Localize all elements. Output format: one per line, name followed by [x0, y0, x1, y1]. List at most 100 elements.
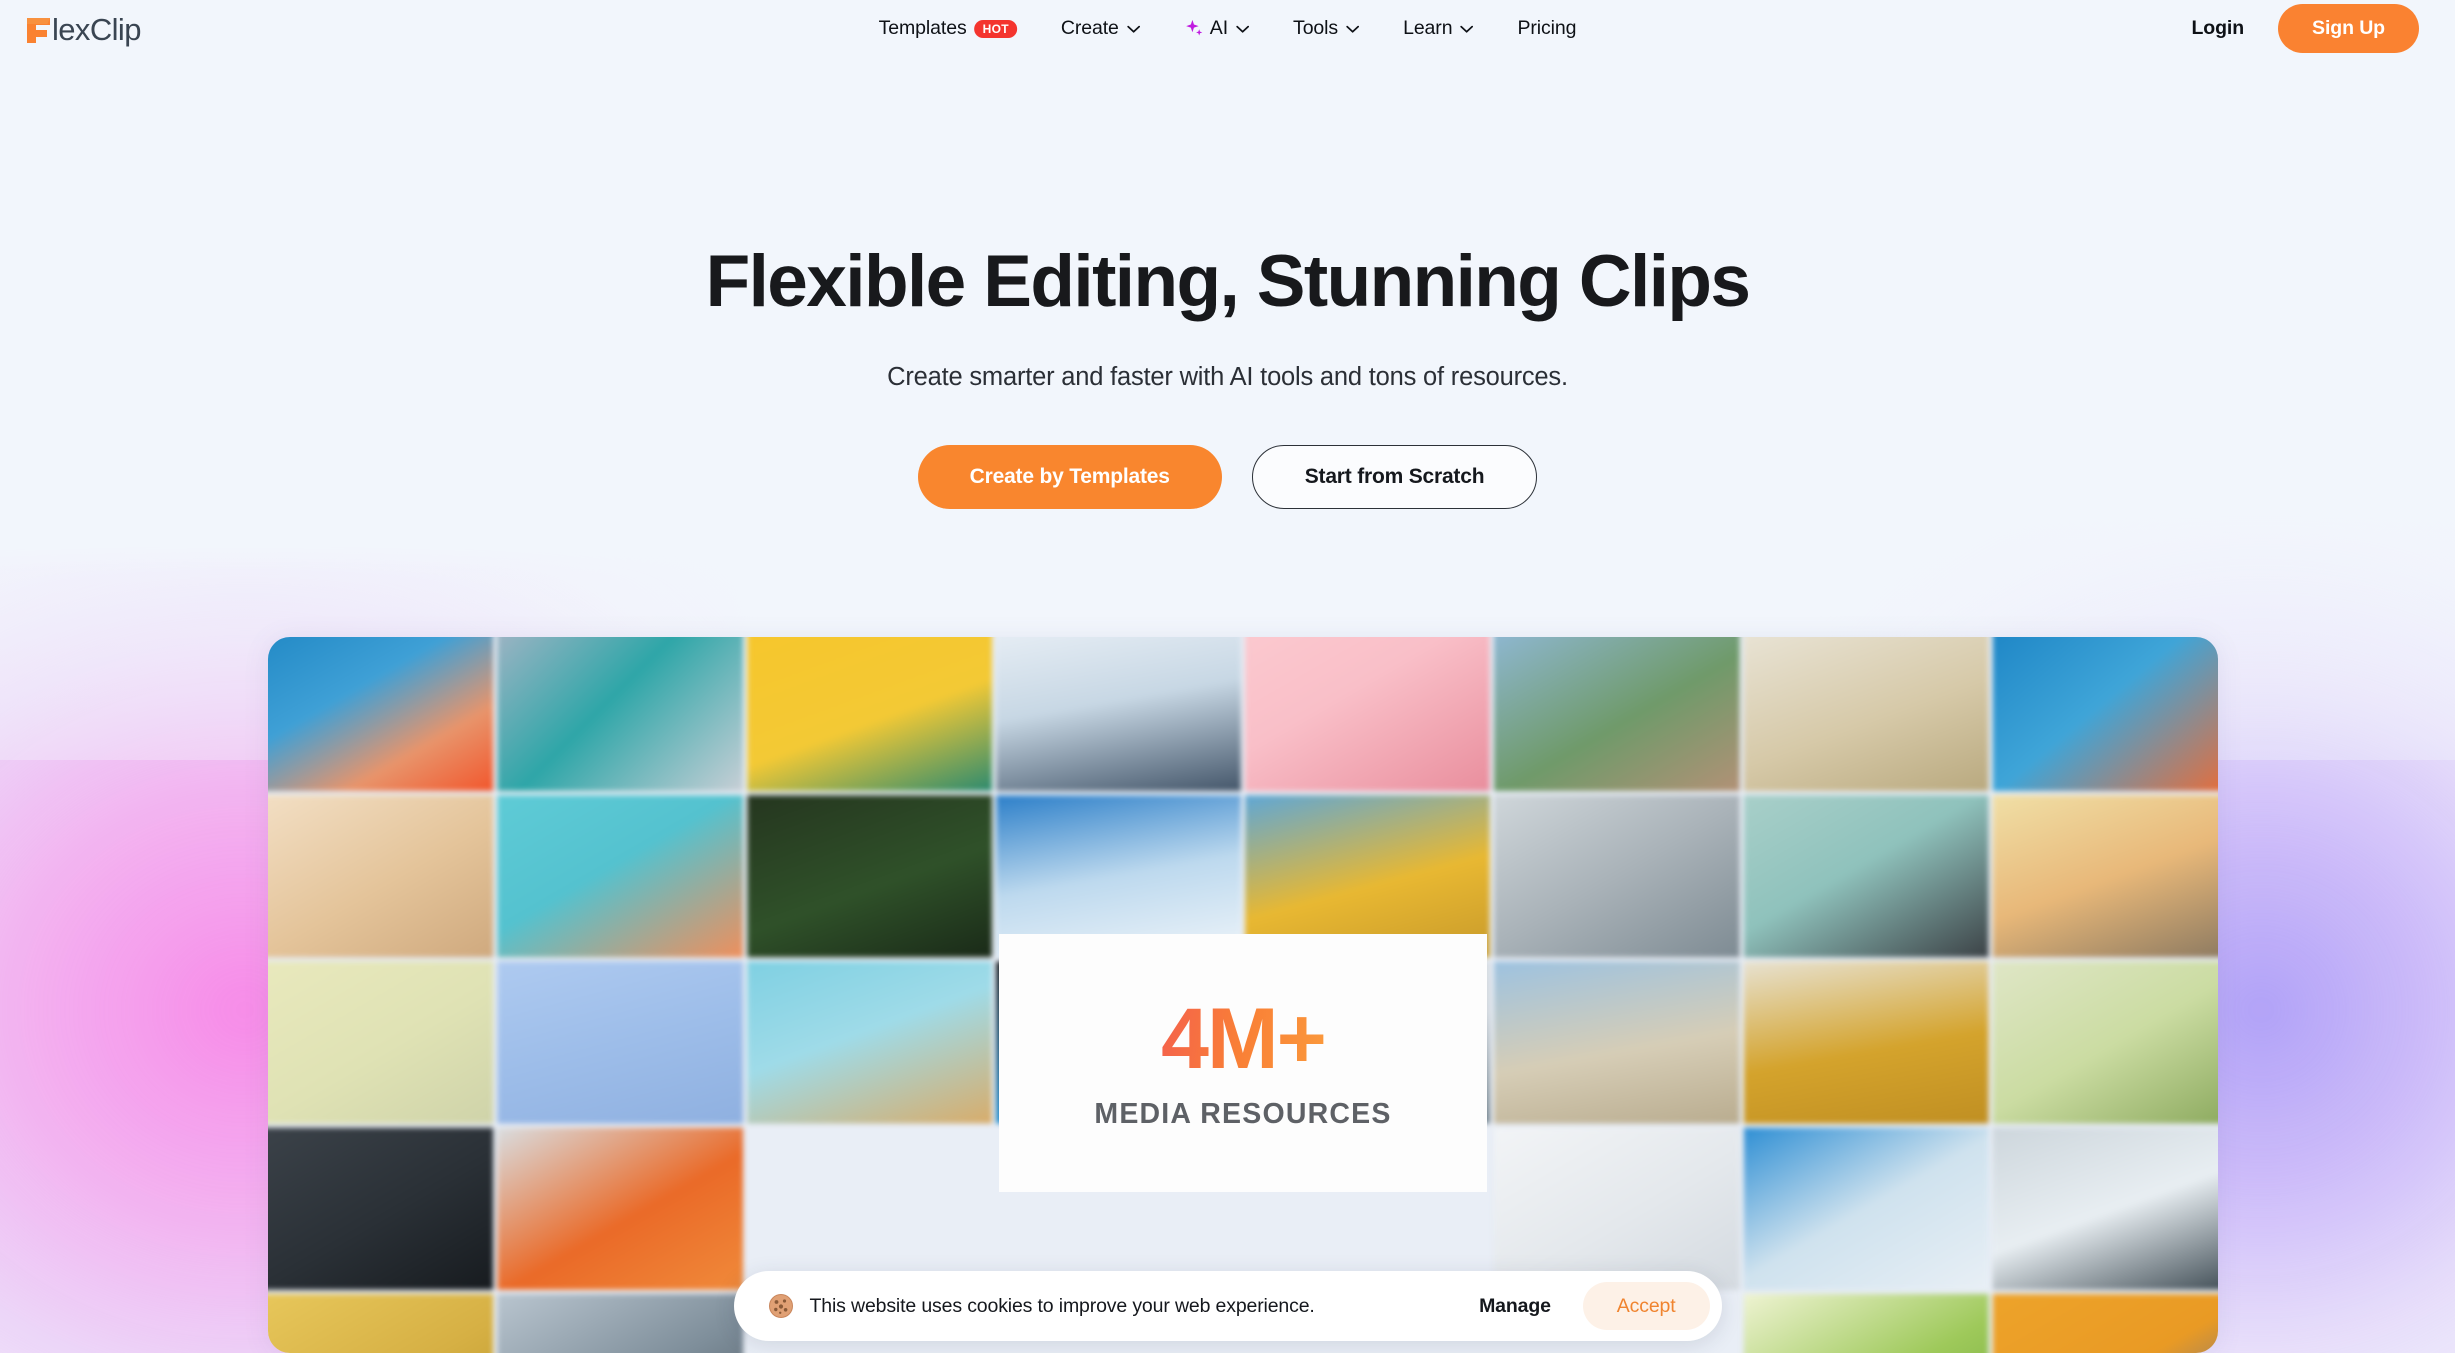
main-navigation: Templates HOT Create AI Tools Learn Pric… — [857, 17, 1599, 40]
hero-subtitle: Create smarter and faster with AI tools … — [887, 363, 1568, 392]
signup-button[interactable]: Sign Up — [2278, 4, 2419, 53]
collage-tile-image — [1743, 1127, 1989, 1290]
chevron-down-icon — [1236, 25, 1249, 33]
collage-tile — [268, 1293, 494, 1353]
nav-item-learn[interactable]: Learn — [1381, 17, 1495, 40]
collage-tile — [746, 637, 992, 792]
cookie-actions: Manage Accept — [1461, 1282, 1710, 1330]
collage-tile-image — [1494, 637, 1740, 792]
collage-tile — [1992, 795, 2218, 958]
hero-cta-row: Create by Templates Start from Scratch — [0, 445, 2455, 510]
collage-tile — [497, 795, 743, 958]
collage-tile — [497, 961, 743, 1124]
collage-tile-image — [1743, 1293, 1989, 1353]
collage-tile — [746, 961, 992, 1124]
chevron-down-icon — [1346, 25, 1359, 33]
collage-tile-image — [497, 1127, 743, 1290]
collage-tile-image — [1992, 795, 2218, 958]
collage-tile-image — [1992, 1293, 2218, 1353]
collage-tile-image — [995, 637, 1241, 792]
nav-label-pricing: Pricing — [1517, 17, 1577, 39]
collage-tile-image — [268, 1127, 494, 1290]
site-header: lexClip Templates HOT Create AI Tools Le… — [0, 0, 2455, 57]
collage-tile — [1743, 795, 1989, 958]
collage-tile-image — [497, 961, 743, 1124]
collage-tile-image — [1494, 961, 1740, 1124]
collage-tile-image — [1245, 637, 1491, 792]
collage-tile — [1743, 1127, 1989, 1290]
collage-tile — [497, 1293, 743, 1353]
login-link[interactable]: Login — [2191, 17, 2244, 40]
nav-item-ai[interactable]: AI — [1162, 17, 1271, 40]
cookie-icon — [768, 1294, 793, 1318]
collage-tile-image — [1494, 795, 1740, 958]
collage-tile — [1743, 637, 1989, 792]
nav-label-create: Create — [1060, 17, 1119, 39]
collage-tile-image — [268, 961, 494, 1124]
stat-label: MEDIA RESOURCES — [1094, 1097, 1392, 1130]
start-from-scratch-button[interactable]: Start from Scratch — [1251, 445, 1538, 510]
stat-number: 4M+ — [1161, 990, 1327, 1087]
nav-item-templates[interactable]: Templates HOT — [857, 17, 1039, 40]
collage-tile-image — [268, 1293, 494, 1353]
collage-tile-image — [1494, 1127, 1740, 1290]
chevron-down-icon — [1460, 25, 1474, 33]
collage-tile — [1245, 795, 1491, 958]
collage-tile-image — [1743, 637, 1989, 792]
collage-tile — [268, 1127, 494, 1290]
nav-label-learn: Learn — [1403, 17, 1453, 39]
collage-tile-image — [1992, 1127, 2218, 1290]
sparkle-icon — [1185, 19, 1202, 36]
nav-label-tools: Tools — [1293, 17, 1339, 39]
collage-tile — [497, 1127, 743, 1290]
collage-tile-image — [268, 795, 494, 958]
collage-tile-image — [497, 795, 743, 958]
nav-item-create[interactable]: Create — [1039, 17, 1162, 40]
collage-tile — [995, 795, 1241, 958]
collage-tile-image — [746, 961, 992, 1124]
collage-tile — [1494, 1127, 1740, 1290]
collage-tile-image — [1992, 961, 2218, 1124]
chevron-down-icon — [1126, 25, 1140, 33]
collage-tile-image — [746, 795, 992, 958]
collage-tile — [1494, 637, 1740, 792]
collage-tile — [497, 637, 743, 792]
collage-tile — [268, 637, 494, 792]
collage-tile — [1992, 961, 2218, 1124]
flexclip-logo-icon: lexClip — [27, 12, 141, 47]
cookie-consent-banner: This website uses cookies to improve you… — [733, 1271, 1722, 1341]
collage-tile-image — [995, 795, 1241, 958]
nav-label-templates: Templates — [878, 17, 967, 39]
collage-tile-image — [497, 1293, 743, 1353]
header-actions: Login Sign Up — [2191, 4, 2419, 53]
svg-text:lexClip: lexClip — [52, 12, 141, 47]
accept-cookies-button[interactable]: Accept — [1582, 1282, 1710, 1330]
cookie-message: This website uses cookies to improve you… — [809, 1294, 1315, 1317]
collage-tile — [1245, 637, 1491, 792]
nav-item-pricing[interactable]: Pricing — [1495, 17, 1598, 40]
collage-tile — [1992, 1127, 2218, 1290]
nav-item-tools[interactable]: Tools — [1271, 17, 1381, 40]
collage-tile — [1494, 961, 1740, 1124]
hero-section: Flexible Editing, Stunning Clips Create … — [0, 57, 2455, 510]
collage-tile — [1992, 1293, 2218, 1353]
collage-tile — [746, 795, 992, 958]
collage-tile — [268, 961, 494, 1124]
create-by-templates-button[interactable]: Create by Templates — [917, 445, 1222, 510]
collage-tile — [1494, 795, 1740, 958]
page-title: Flexible Editing, Stunning Clips — [705, 241, 1751, 322]
collage-tile-image — [268, 637, 494, 792]
flexclip-logo[interactable]: lexClip — [22, 9, 212, 49]
hot-badge: HOT — [974, 19, 1017, 38]
collage-tile — [268, 795, 494, 958]
collage-tile-image — [1245, 795, 1491, 958]
collage-tile — [1992, 637, 2218, 792]
collage-tile-image — [1743, 795, 1989, 958]
collage-tile — [995, 637, 1241, 792]
collage-tile-image — [746, 637, 992, 792]
collage-tile-image — [1992, 637, 2218, 792]
nav-label-ai: AI — [1209, 17, 1229, 39]
manage-cookies-button[interactable]: Manage — [1461, 1287, 1569, 1326]
media-collage[interactable]: 4M+ MEDIA RESOURCES — [268, 637, 2218, 1353]
collage-tile — [1743, 961, 1989, 1124]
